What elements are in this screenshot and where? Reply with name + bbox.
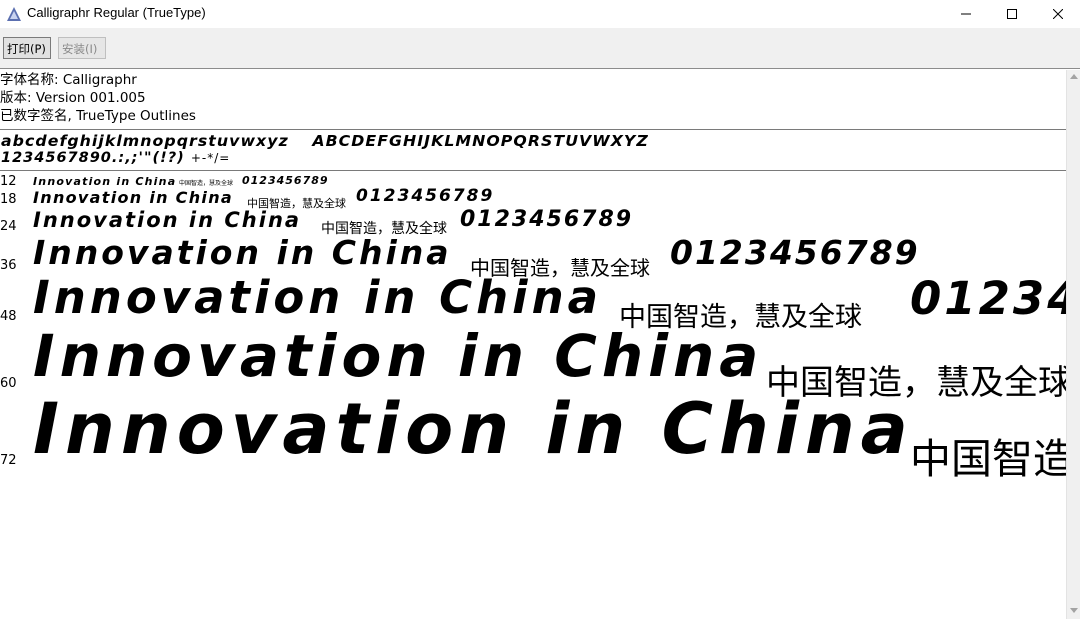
sample-digits-18: 0123456789: [356, 186, 495, 206]
maximize-icon: [1007, 9, 1017, 19]
charset-symbols: +-*/=: [190, 151, 231, 165]
size-label-18: 18: [0, 192, 17, 207]
vertical-scrollbar[interactable]: [1066, 70, 1080, 619]
font-name-line: 字体名称: Calligraphr: [0, 72, 137, 88]
charset-digits-row: 1234567890.:,;'"(!?) +-*/=: [1, 150, 230, 166]
sample-latin-60: Innovation in China: [33, 322, 764, 390]
sample-latin-12: Innovation in China: [33, 175, 177, 188]
font-viewer-app-icon: [7, 7, 21, 21]
scroll-up-arrow-icon[interactable]: [1070, 74, 1078, 79]
separator-bottom: [0, 170, 1066, 171]
sample-digits-48: 0123456789: [910, 272, 1066, 325]
size-label-72: 72: [0, 453, 17, 468]
sample-latin-24: Innovation in China: [33, 208, 302, 232]
sample-digits-12: 0123456789: [242, 174, 329, 187]
sample-cjk-72: 中国智造，慧及全球: [910, 435, 1066, 483]
sample-digits-36: 0123456789: [670, 233, 920, 272]
charset-letters-row: abcdefghijklmnopqrstuvwxyz ABCDEFGHIJKLM…: [1, 132, 649, 150]
maximize-button[interactable]: [989, 0, 1035, 28]
scroll-down-arrow-icon[interactable]: [1070, 608, 1078, 613]
separator-top: [0, 129, 1066, 130]
charset-digits-punct: 1234567890.:,;'"(!?): [1, 150, 185, 166]
toolbar: 打印(P) 安装(I): [0, 28, 1080, 69]
sample-latin-36: Innovation in China: [33, 233, 452, 272]
sample-cjk-12: 中国智造，慧及全球: [179, 180, 234, 187]
size-label-60: 60: [0, 376, 17, 391]
size-label-48: 48: [0, 309, 17, 324]
font-signature-line: 已数字签名, TrueType Outlines: [0, 108, 196, 124]
title-bar: Calligraphr Regular (TrueType): [0, 0, 1080, 28]
install-button: 安装(I): [58, 37, 106, 59]
sample-digits-24: 0123456789: [460, 207, 634, 232]
size-label-36: 36: [0, 258, 17, 273]
minimize-button[interactable]: [943, 0, 989, 28]
charset-uppercase: ABCDEFGHIJKLMNOPQRSTUVWXYZ: [312, 132, 649, 150]
font-preview-pane[interactable]: 字体名称: Calligraphr 版本: Version 001.005 已数…: [0, 70, 1066, 619]
minimize-icon: [961, 13, 971, 15]
font-version-line: 版本: Version 001.005: [0, 90, 146, 106]
close-button[interactable]: [1035, 0, 1080, 28]
size-label-12: 12: [0, 174, 17, 189]
window-title: Calligraphr Regular (TrueType): [27, 5, 206, 20]
sample-latin-18: Innovation in China: [33, 188, 233, 207]
sample-latin-48: Innovation in China: [33, 271, 603, 324]
close-icon: [1053, 9, 1063, 19]
sample-latin-72: Innovation in China: [33, 388, 914, 470]
print-button[interactable]: 打印(P): [3, 37, 51, 59]
charset-lowercase: abcdefghijklmnopqrstuvwxyz: [1, 132, 289, 150]
size-label-24: 24: [0, 219, 17, 234]
